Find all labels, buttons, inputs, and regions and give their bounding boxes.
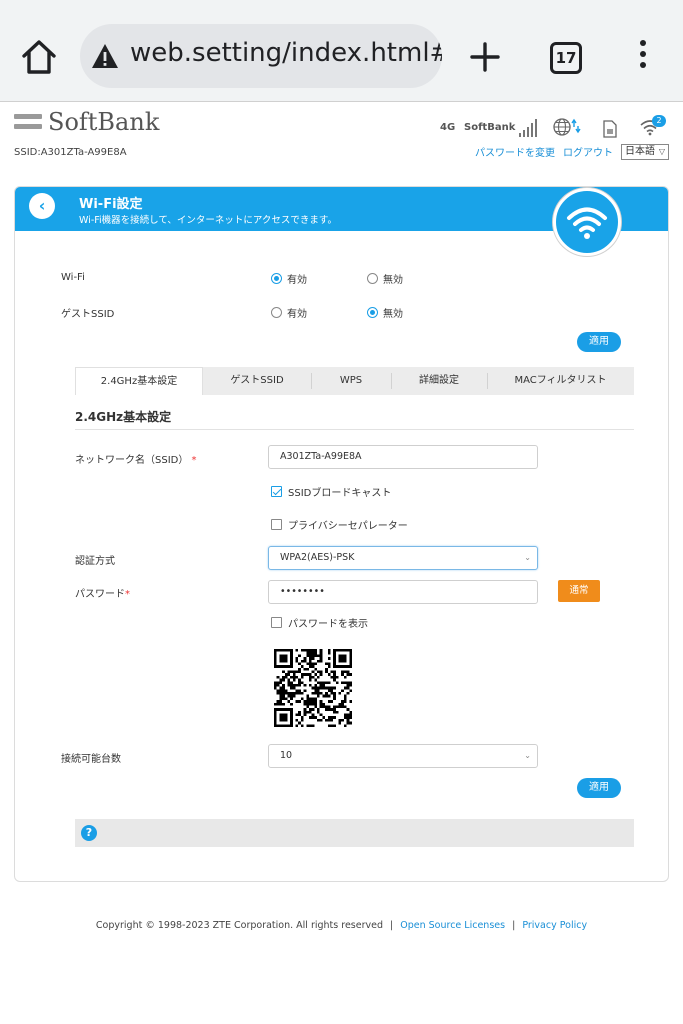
- wifi-disable-radio[interactable]: [367, 273, 378, 284]
- apply-button-top[interactable]: 適用: [577, 332, 621, 352]
- guest-ssid-disable-label[interactable]: 無効: [383, 305, 403, 320]
- privacy-separator-label[interactable]: プライバシーセパレーター: [288, 517, 408, 532]
- wifi-settings-panel: ‹ Wi-Fi設定 Wi-Fi機器を接続して、インターネットにアクセスできます。…: [14, 186, 669, 882]
- guest-ssid-enable-radio[interactable]: [271, 307, 282, 318]
- chevron-down-icon: ▽: [658, 147, 665, 156]
- section-title: 2.4GHz基本設定: [75, 410, 172, 424]
- sim-card-icon: [603, 120, 617, 138]
- chevron-down-icon: ⌄: [524, 751, 531, 760]
- page-subtitle: Wi-Fi機器を接続して、インターネットにアクセスできます。: [79, 215, 337, 226]
- ssid-broadcast-label[interactable]: SSIDブロードキャスト: [288, 484, 391, 499]
- privacy-separator-checkbox[interactable]: [271, 519, 282, 530]
- wifi-qr-code: [274, 649, 352, 727]
- password-label-text: パスワード: [75, 589, 125, 600]
- wifi-badge: [553, 188, 621, 256]
- guest-ssid-enable-label[interactable]: 有効: [287, 305, 307, 320]
- more-menu-icon[interactable]: [636, 40, 650, 74]
- auth-method-value: WPA2(AES)-PSK: [280, 552, 355, 563]
- password-mode-button[interactable]: 通常: [558, 580, 600, 602]
- show-password-label[interactable]: パスワードを表示: [288, 615, 368, 630]
- wifi-label: Wi-Fi: [61, 272, 85, 283]
- footer: Copyright © 1998-2023 ZTE Corporation. A…: [0, 920, 683, 931]
- status-bar: 4G SoftBank 2: [440, 115, 672, 140]
- language-select[interactable]: 日本語 ▽: [621, 144, 669, 160]
- notification-badge: 2: [652, 115, 666, 127]
- network-name-input[interactable]: A301ZTa-A99E8A: [268, 445, 538, 469]
- open-source-licenses-link[interactable]: Open Source Licenses: [400, 920, 505, 931]
- wifi-enable-label[interactable]: 有効: [287, 271, 307, 286]
- ssid-broadcast-checkbox[interactable]: [271, 486, 282, 497]
- password-label: パスワード*: [75, 585, 130, 600]
- network-name-label: ネットワーク名（SSID） *: [75, 451, 197, 466]
- help-bar: ?: [75, 819, 634, 847]
- chevron-down-icon: ⌄: [524, 553, 531, 562]
- tab-wps[interactable]: WPS: [311, 367, 391, 395]
- new-tab-icon[interactable]: [466, 38, 504, 76]
- network-name-label-text: ネットワーク名（SSID）: [75, 455, 189, 466]
- tab-mac-filter[interactable]: MACフィルタリスト: [487, 367, 634, 395]
- footer-separator: |: [390, 920, 394, 931]
- network-type: 4G: [440, 122, 456, 133]
- wifi-disable-label[interactable]: 無効: [383, 271, 403, 286]
- page-title: Wi-Fi設定: [79, 197, 143, 212]
- logo-bars-icon: [14, 114, 42, 134]
- address-bar[interactable]: web.setting/index.html#w: [80, 24, 442, 88]
- carrier-name: SoftBank: [464, 122, 516, 133]
- wifi-icon: [567, 207, 607, 239]
- guest-ssid-disable-radio[interactable]: [367, 307, 378, 318]
- max-clients-select[interactable]: 10 ⌄: [268, 744, 538, 768]
- browser-toolbar: web.setting/index.html#w 17: [0, 0, 683, 102]
- internet-globe-icon: [553, 118, 581, 136]
- tab-advanced[interactable]: 詳細設定: [391, 367, 487, 395]
- footer-separator: |: [512, 920, 516, 931]
- max-clients-value: 10: [280, 750, 293, 761]
- required-mark: *: [191, 455, 197, 466]
- signal-strength-icon: [519, 119, 537, 137]
- url-text: web.setting/index.html#w: [130, 38, 442, 68]
- show-password-checkbox[interactable]: [271, 617, 282, 628]
- auth-method-label: 認証方式: [75, 556, 115, 567]
- home-icon[interactable]: [18, 36, 60, 78]
- copyright-text: Copyright © 1998-2023 ZTE Corporation. A…: [95, 920, 383, 931]
- max-clients-label: 接続可能台数: [61, 754, 121, 765]
- tab-2ghz-basic[interactable]: 2.4GHz基本設定: [75, 367, 203, 395]
- tab-guest-ssid[interactable]: ゲストSSID: [203, 367, 311, 395]
- privacy-policy-link[interactable]: Privacy Policy: [522, 920, 587, 931]
- section-divider: [75, 429, 634, 430]
- apply-button-bottom[interactable]: 適用: [577, 778, 621, 798]
- help-icon[interactable]: ?: [81, 825, 97, 841]
- password-input[interactable]: ••••••••: [268, 580, 538, 604]
- wifi-enable-radio[interactable]: [271, 273, 282, 284]
- language-value: 日本語: [625, 146, 655, 157]
- auth-method-select[interactable]: WPA2(AES)-PSK ⌄: [268, 546, 538, 570]
- ssid-label: SSID:A301ZTa-A99E8A: [14, 147, 127, 158]
- header-links: パスワードを変更 ログアウト: [475, 144, 621, 159]
- settings-tabs: 2.4GHz基本設定 ゲストSSID WPS 詳細設定 MACフィルタリスト: [75, 367, 634, 395]
- brand-name: SoftBank: [48, 108, 160, 136]
- guest-ssid-label: ゲストSSID: [61, 309, 115, 320]
- required-mark: *: [125, 589, 130, 600]
- back-button[interactable]: ‹: [29, 193, 55, 219]
- change-password-link[interactable]: パスワードを変更: [475, 148, 555, 159]
- tab-switcher-button[interactable]: 17: [550, 42, 582, 74]
- logout-link[interactable]: ログアウト: [563, 148, 613, 159]
- warning-icon[interactable]: [90, 41, 120, 71]
